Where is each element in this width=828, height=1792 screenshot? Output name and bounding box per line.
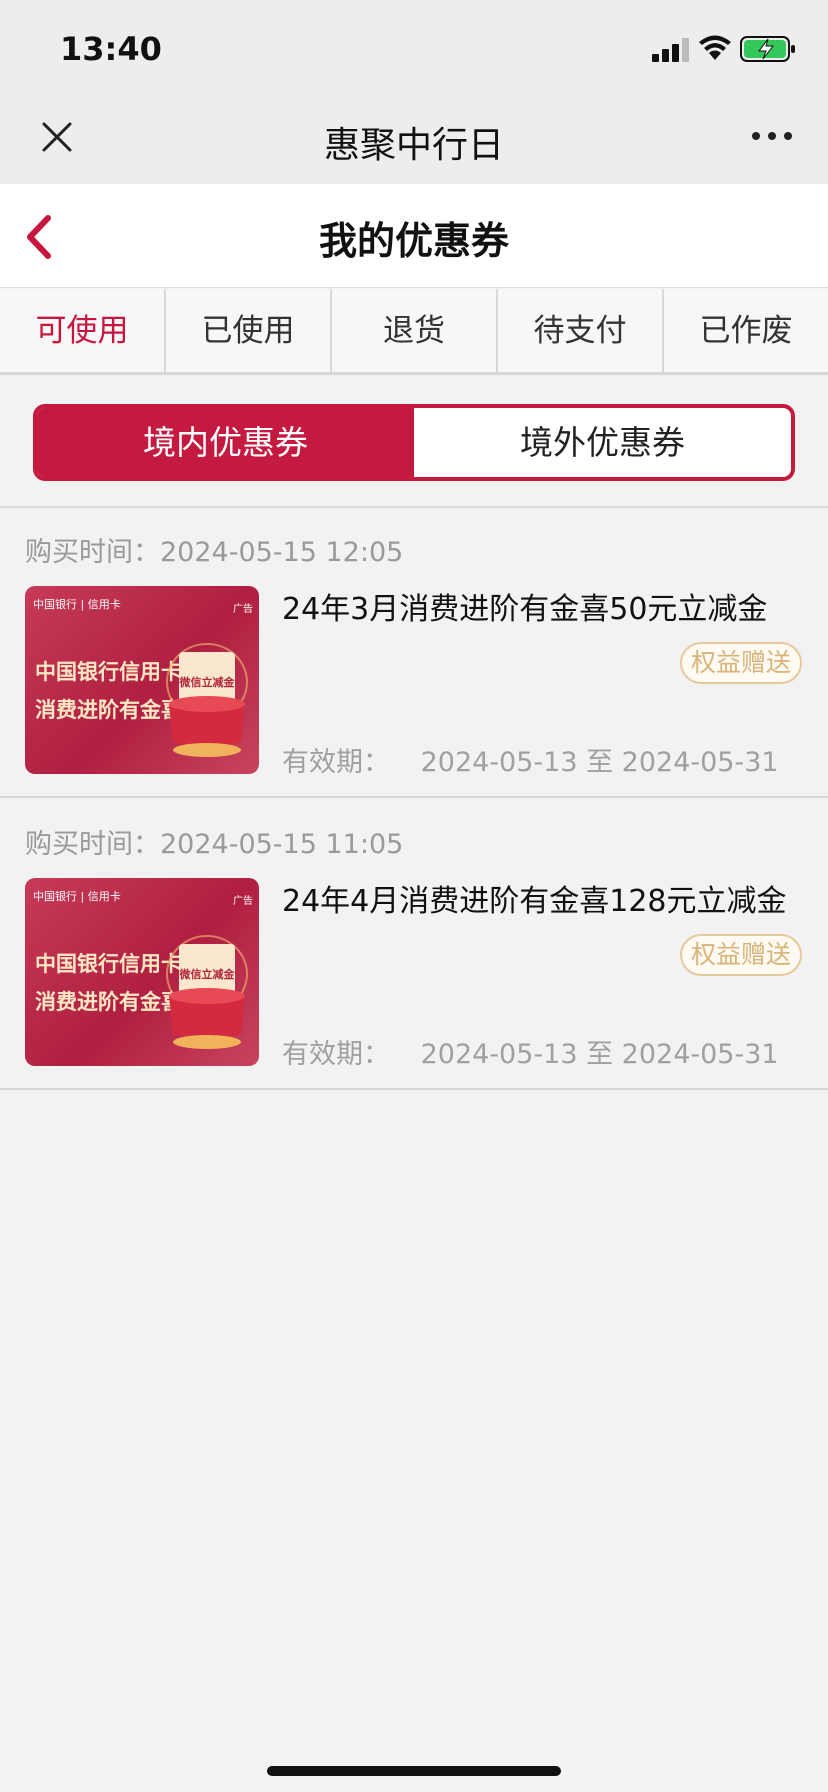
coupon-thumbnail: 中国银行 | 信用卡 广告 中国银行信用卡 消费进阶有金喜 微信立减金 [25, 586, 259, 774]
red-envelope-pot-icon: 微信立减金 [166, 935, 248, 1049]
coupon-name: 24年3月消费进阶有金喜50元立减金 [282, 592, 768, 627]
page-header: 我的优惠券 [0, 184, 828, 288]
region-segmented-control: 境内优惠券 境外优惠券 [33, 404, 795, 481]
coupon-thumbnail: 中国银行 | 信用卡 广告 中国银行信用卡 消费进阶有金喜 微信立减金 [25, 878, 259, 1066]
cellular-signal-icon [652, 38, 689, 62]
thumbnail-headline: 中国银行信用卡 [35, 952, 182, 976]
bank-logo: 中国银行 | 信用卡 [33, 890, 121, 903]
wifi-icon [699, 35, 731, 60]
benefit-gift-badge: 权益赠送 [680, 642, 802, 684]
page-title: 我的优惠券 [318, 219, 509, 263]
status-time: 13:40 [60, 30, 162, 68]
tab-voided[interactable]: 已作废 [664, 289, 828, 372]
red-envelope-pot-icon: 微信立减金 [166, 643, 248, 757]
tab-used[interactable]: 已使用 [166, 289, 332, 372]
coupon-name: 24年4月消费进阶有金喜128元立减金 [282, 884, 787, 919]
tab-pending-payment[interactable]: 待支付 [498, 289, 664, 372]
battery-charging-icon [740, 36, 795, 62]
ad-label: 广告 [233, 896, 253, 907]
thumbnail-subline: 消费进阶有金喜 [35, 698, 182, 722]
bank-logo: 中国银行 | 信用卡 [33, 598, 121, 611]
status-bar: 13:40 [0, 0, 828, 96]
coupon-status-tabs: 可使用 已使用 退货 待支付 已作废 [0, 289, 828, 375]
miniapp-title: 惠聚中行日 [323, 125, 504, 166]
benefit-gift-badge: 权益赠送 [680, 934, 802, 976]
coupon-item[interactable]: 购买时间：2024-05-15 12:05 中国银行 | 信用卡 广告 中国银行… [0, 508, 828, 798]
tab-returned[interactable]: 退货 [332, 289, 498, 372]
validity-range: 2024-05-13 至 2024-05-31 [420, 747, 779, 778]
validity-range: 2024-05-13 至 2024-05-31 [420, 1039, 779, 1070]
more-icon[interactable] [748, 124, 796, 148]
thumbnail-headline: 中国银行信用卡 [35, 660, 182, 684]
purchase-time: 购买时间：2024-05-15 12:05 [25, 537, 404, 568]
svg-text:微信立减金: 微信立减金 [179, 967, 236, 981]
wechat-nav-bar: 惠聚中行日 [0, 96, 828, 184]
validity-label: 有效期： [282, 747, 390, 778]
tab-available[interactable]: 可使用 [0, 289, 166, 372]
segment-overseas-coupons[interactable]: 境外优惠券 [414, 408, 791, 477]
validity-label: 有效期： [282, 1039, 390, 1070]
validity-period: 有效期： 2024-05-13 至 2024-05-31 [282, 740, 779, 779]
purchase-time: 购买时间：2024-05-15 11:05 [25, 829, 404, 860]
ad-label: 广告 [233, 604, 253, 615]
home-indicator[interactable] [267, 1766, 561, 1776]
svg-text:微信立减金: 微信立减金 [179, 675, 236, 689]
validity-period: 有效期： 2024-05-13 至 2024-05-31 [282, 1032, 779, 1071]
thumbnail-subline: 消费进阶有金喜 [35, 990, 182, 1014]
coupon-item[interactable]: 购买时间：2024-05-15 11:05 中国银行 | 信用卡 广告 中国银行… [0, 800, 828, 1090]
segment-domestic-coupons[interactable]: 境内优惠券 [37, 408, 414, 477]
